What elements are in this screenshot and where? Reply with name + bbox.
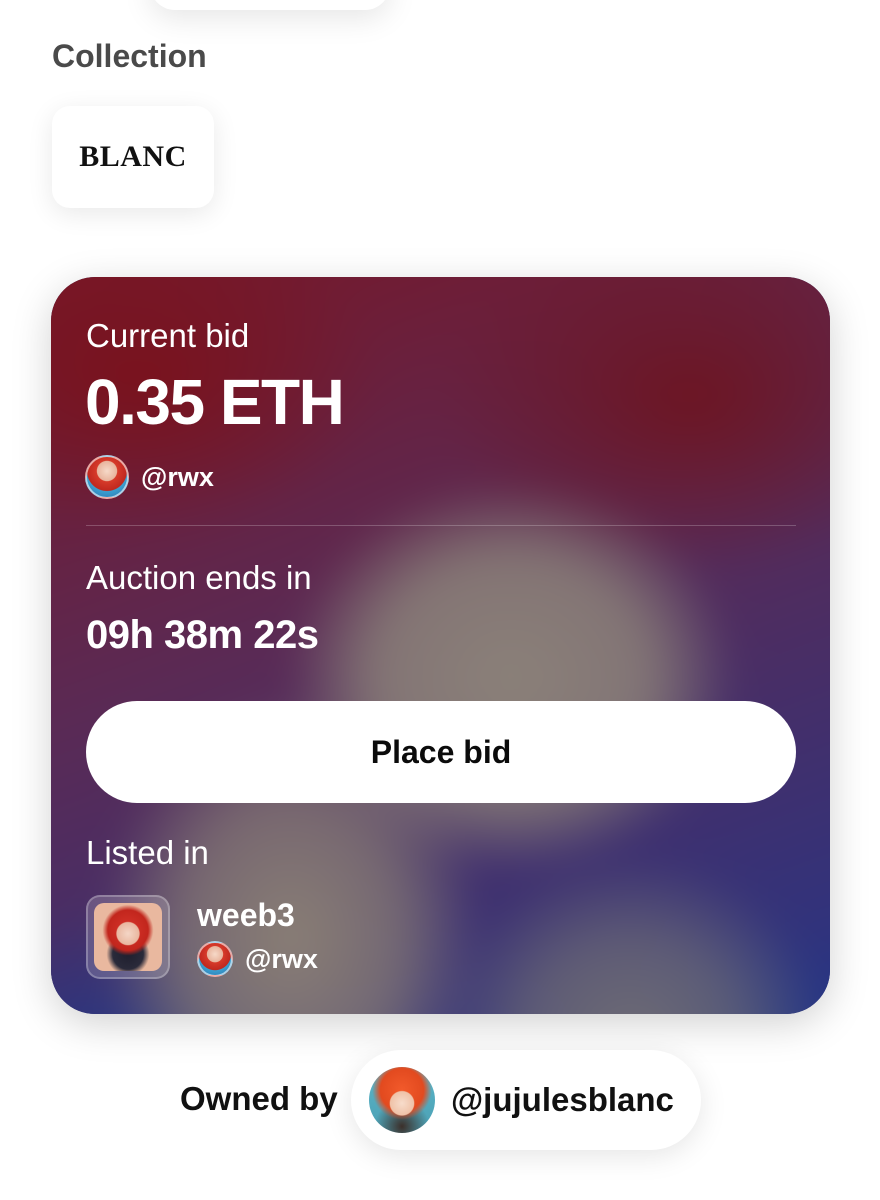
place-bid-button[interactable]: Place bid: [86, 701, 796, 803]
artwork-thumbnail-icon: [94, 903, 162, 971]
nft-auction-page: Collection BLANC Current bid 0.35 ETH @r…: [0, 0, 880, 1200]
bidder-avatar-icon: [85, 455, 129, 499]
lister-avatar-icon: [197, 941, 233, 977]
owner-handle: @jujulesblanc: [451, 1081, 674, 1118]
lister-link[interactable]: @rwx: [197, 941, 318, 977]
collection-logo: BLANC: [79, 140, 187, 173]
auction-card-content: Current bid 0.35 ETH @rwx Auction ends i…: [51, 277, 830, 1014]
listing-thumbnail[interactable]: [86, 895, 170, 979]
collection-card[interactable]: BLANC: [52, 106, 214, 208]
owner-profile-pill[interactable]: @jujulesblanc: [351, 1050, 701, 1150]
listing-name[interactable]: weeb3: [197, 897, 295, 934]
collection-heading: Collection: [52, 38, 207, 74]
bidder-link[interactable]: @rwx: [85, 455, 214, 499]
auction-ends-label: Auction ends in: [86, 559, 312, 596]
listed-in-label: Listed in: [86, 834, 209, 871]
owner-avatar-icon: [369, 1067, 435, 1133]
owned-by-label: Owned by: [180, 1080, 338, 1117]
auction-card: Current bid 0.35 ETH @rwx Auction ends i…: [51, 277, 830, 1014]
current-bid-amount: 0.35 ETH: [85, 366, 345, 438]
auction-countdown: 09h 38m 22s: [86, 613, 319, 657]
bidder-handle: @rwx: [141, 461, 214, 492]
divider: [86, 525, 796, 526]
lister-handle: @rwx: [245, 943, 318, 974]
current-bid-label: Current bid: [86, 317, 250, 354]
previous-card-edge: [150, 0, 390, 10]
